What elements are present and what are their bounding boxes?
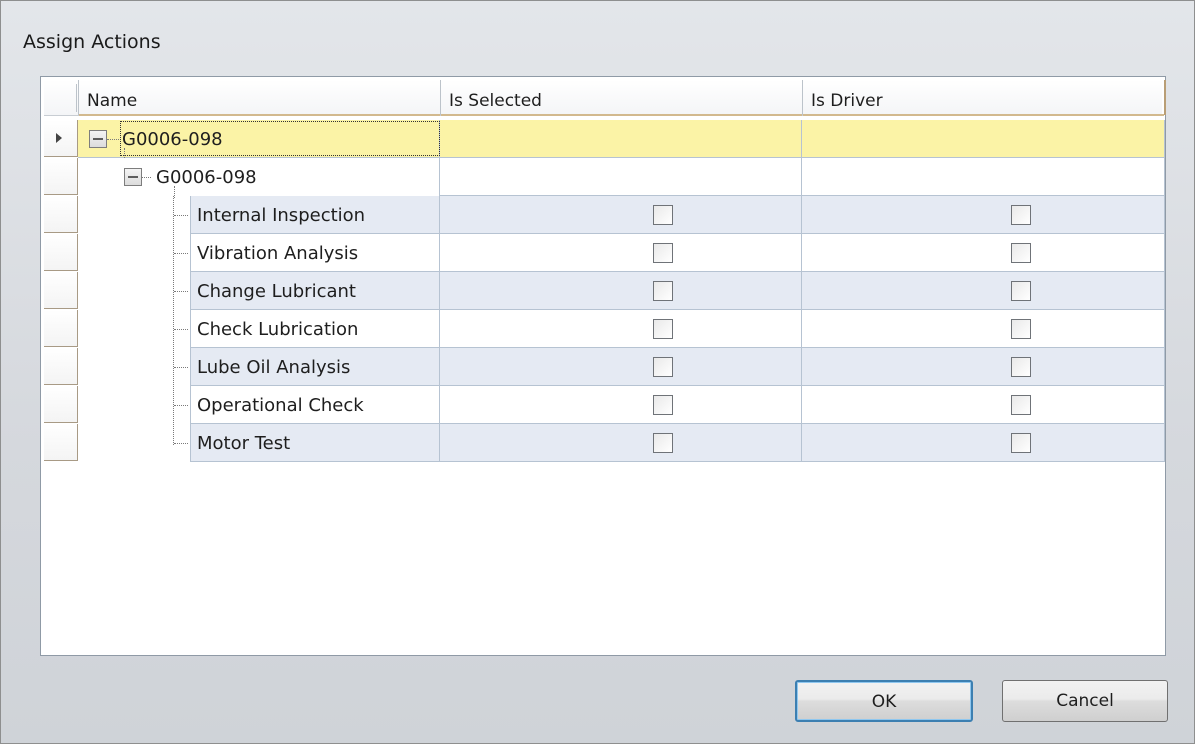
action-name-cell[interactable]: Motor Test [190, 424, 440, 462]
is-driver-checkbox[interactable] [1011, 205, 1031, 225]
action-name-cell[interactable]: Lube Oil Analysis [190, 348, 440, 386]
ok-button[interactable]: OK [795, 680, 973, 722]
dialog-title: Assign Actions [23, 31, 161, 53]
is-selected-checkbox[interactable] [653, 357, 673, 377]
assign-actions-dialog: Assign Actions Name Is Selected Is Drive… [0, 0, 1195, 744]
group-is-selected-cell [440, 158, 802, 196]
is-driver-cell [802, 348, 1165, 386]
row-indicator[interactable] [44, 234, 78, 271]
title-bar: Assign Actions [1, 1, 1194, 67]
is-driver-cell [802, 272, 1165, 310]
cancel-button[interactable]: Cancel [1002, 680, 1168, 722]
is-selected-checkbox[interactable] [653, 243, 673, 263]
is-driver-cell [802, 310, 1165, 348]
tree-connector [174, 215, 188, 216]
is-driver-checkbox[interactable] [1011, 243, 1031, 263]
row-indicator[interactable] [44, 348, 78, 385]
column-header-name[interactable]: Name [78, 80, 440, 116]
is-driver-cell [802, 234, 1165, 272]
action-name: Lube Oil Analysis [197, 357, 351, 378]
is-selected-checkbox[interactable] [653, 395, 673, 415]
current-row-arrow-icon [56, 133, 62, 143]
action-name: Vibration Analysis [197, 243, 359, 264]
tree-connector [107, 139, 119, 140]
action-row[interactable]: Change Lubricant [44, 272, 1165, 310]
is-driver-checkbox[interactable] [1011, 281, 1031, 301]
focus-rectangle [120, 121, 440, 156]
group-row-level-2[interactable]: G0006-098 [44, 158, 1165, 198]
column-header-is-selected[interactable]: Is Selected [440, 80, 802, 116]
collapse-icon[interactable] [124, 168, 142, 186]
is-selected-checkbox[interactable] [653, 205, 673, 225]
is-selected-cell [440, 310, 802, 348]
grid-header: Name Is Selected Is Driver [44, 80, 1166, 116]
action-name-cell[interactable]: Operational Check [190, 386, 440, 424]
row-indicator[interactable] [44, 272, 78, 309]
is-driver-cell [802, 196, 1165, 234]
is-selected-cell [440, 424, 802, 462]
action-row[interactable]: Operational Check [44, 386, 1165, 424]
row-indicator[interactable] [44, 120, 78, 157]
is-driver-checkbox[interactable] [1011, 357, 1031, 377]
row-indicator[interactable] [44, 158, 78, 195]
action-row[interactable]: Check Lubrication [44, 310, 1165, 348]
action-row[interactable]: Internal Inspection [44, 196, 1165, 234]
action-name: Operational Check [197, 395, 364, 416]
tree-connector [174, 291, 188, 292]
actions-grid: Name Is Selected Is Driver G0006-098 G00… [40, 76, 1166, 656]
is-selected-cell [440, 272, 802, 310]
is-driver-cell [802, 424, 1165, 462]
action-row[interactable]: Vibration Analysis [44, 234, 1165, 272]
group-is-selected-cell [440, 120, 802, 158]
action-name: Internal Inspection [197, 205, 366, 226]
is-selected-checkbox[interactable] [653, 319, 673, 339]
action-name-cell[interactable]: Internal Inspection [190, 196, 440, 234]
is-selected-cell [440, 196, 802, 234]
action-name-cell[interactable]: Check Lubrication [190, 310, 440, 348]
is-driver-checkbox[interactable] [1011, 395, 1031, 415]
is-driver-cell [802, 386, 1165, 424]
action-row[interactable]: Motor Test [44, 424, 1165, 462]
action-name: Motor Test [197, 433, 291, 454]
tree-connector [174, 405, 188, 406]
is-selected-cell [440, 386, 802, 424]
group-name-cell[interactable]: G0006-098 [78, 158, 440, 198]
is-selected-cell [440, 348, 802, 386]
action-row[interactable]: Lube Oil Analysis [44, 348, 1165, 386]
column-header-is-driver[interactable]: Is Driver [802, 80, 1166, 116]
action-name: Change Lubricant [197, 281, 356, 302]
action-name-cell[interactable]: Vibration Analysis [190, 234, 440, 272]
row-indicator[interactable] [44, 424, 78, 461]
action-name: Check Lubrication [197, 319, 359, 340]
group-name: G0006-098 [156, 167, 257, 188]
group-row-level-1[interactable]: G0006-098 [44, 120, 1165, 160]
header-corner [44, 84, 77, 112]
tree-connector [174, 443, 188, 444]
row-indicator[interactable] [44, 196, 78, 233]
tree-connector [174, 367, 188, 368]
tree-connector [174, 253, 188, 254]
is-selected-cell [440, 234, 802, 272]
group-is-driver-cell [802, 158, 1165, 196]
is-selected-checkbox[interactable] [653, 433, 673, 453]
action-name-cell[interactable]: Change Lubricant [190, 272, 440, 310]
collapse-icon[interactable] [89, 130, 107, 148]
row-indicator[interactable] [44, 310, 78, 347]
tree-connector [142, 177, 151, 178]
is-driver-checkbox[interactable] [1011, 433, 1031, 453]
row-indicator[interactable] [44, 386, 78, 423]
is-driver-checkbox[interactable] [1011, 319, 1031, 339]
group-is-driver-cell [802, 120, 1165, 158]
tree-connector [174, 329, 188, 330]
is-selected-checkbox[interactable] [653, 281, 673, 301]
